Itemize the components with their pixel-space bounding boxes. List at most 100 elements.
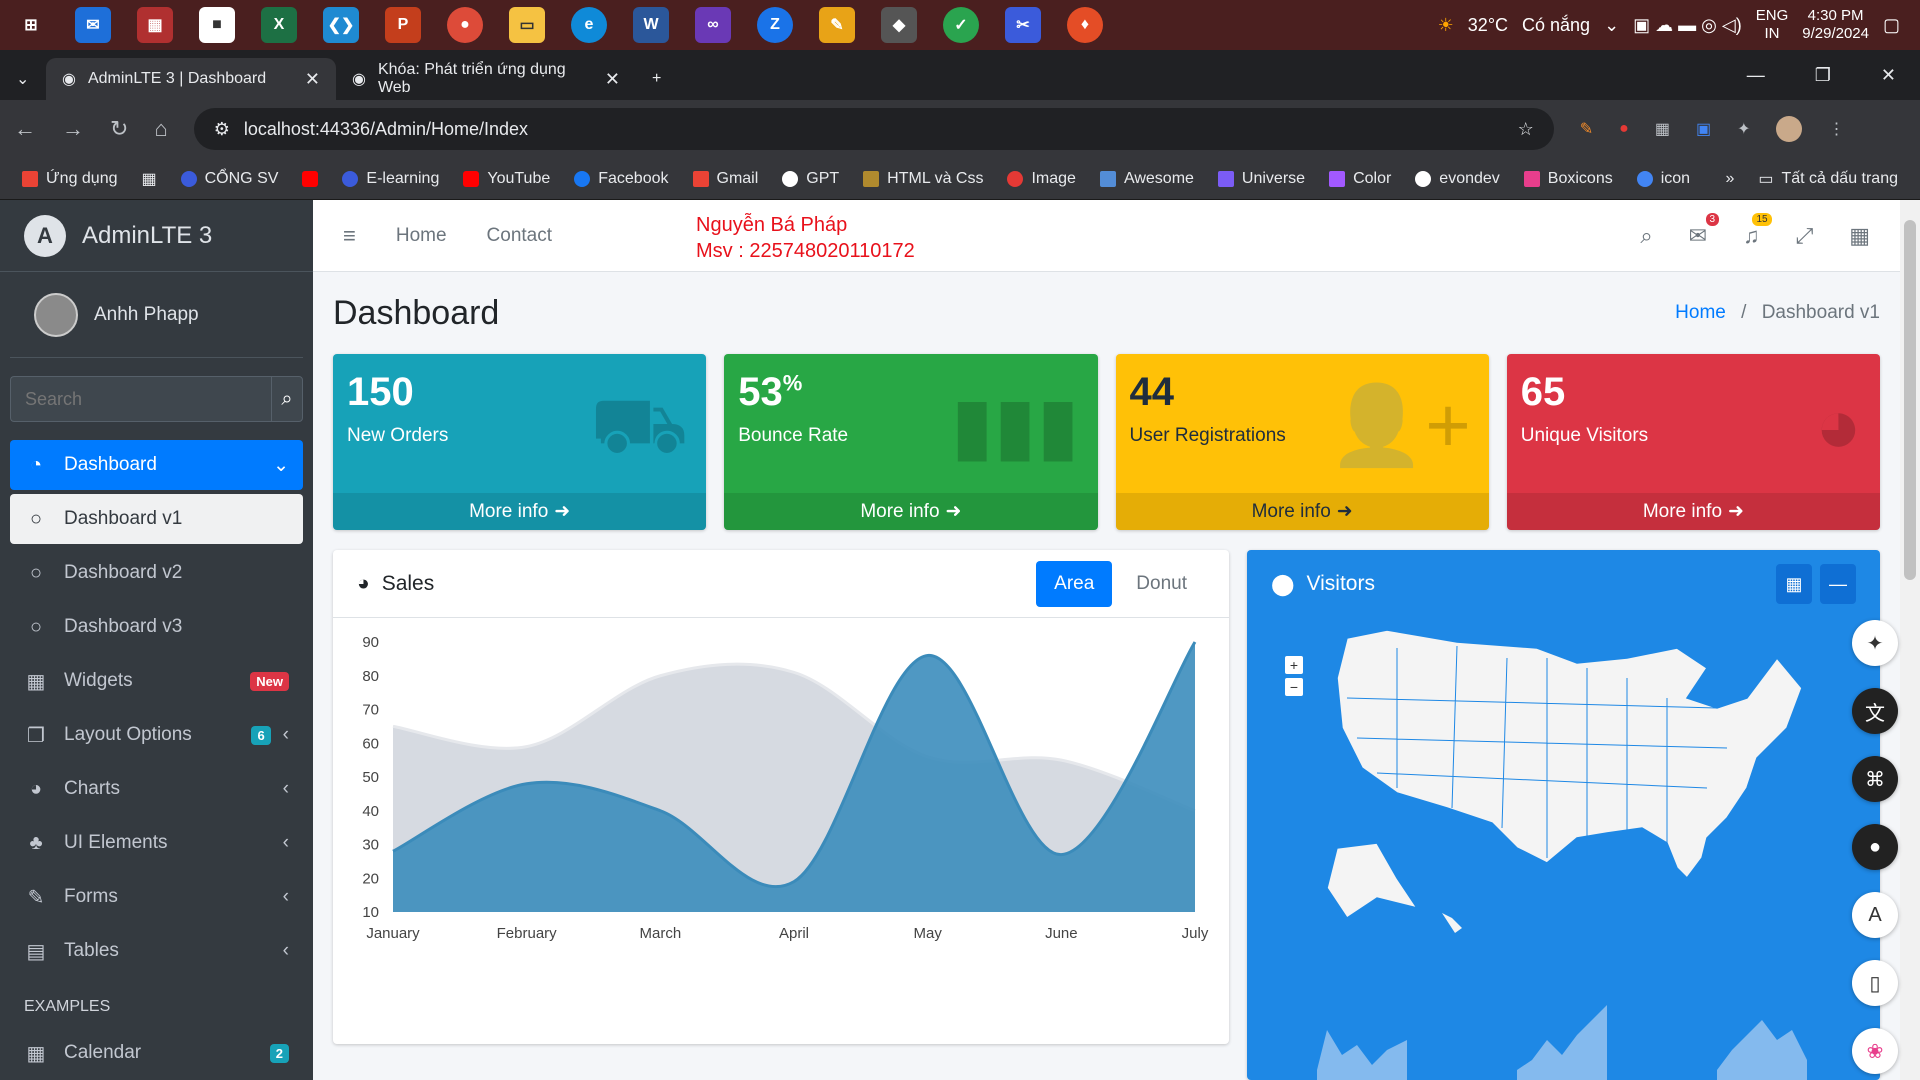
- bookmark-elearning[interactable]: E-learning: [342, 170, 439, 188]
- sidebar-item-layout-options[interactable]: ❐ Layout Options 6 ‹: [10, 710, 303, 760]
- weather-desc[interactable]: Có nắng: [1522, 15, 1590, 36]
- clock[interactable]: 4:30 PM 9/29/2024: [1802, 7, 1869, 43]
- sidebar-item-dashboard-v3[interactable]: ○ Dashboard v3: [10, 602, 303, 652]
- brain-icon[interactable]: ❀: [1852, 1028, 1898, 1074]
- fullscreen-icon[interactable]: ⤢: [1796, 223, 1814, 249]
- sidebar-item-forms[interactable]: ✎ Forms ‹: [10, 872, 303, 922]
- bookmark-awesome[interactable]: Awesome: [1099, 170, 1194, 188]
- source-tree-icon[interactable]: ✂: [1005, 7, 1041, 43]
- tab-inactive[interactable]: ◉ Khóa: Phát triển ứng dụng Web ✕: [336, 58, 636, 100]
- extension-blue-icon[interactable]: ▣: [1696, 119, 1711, 139]
- page-scrollbar[interactable]: [1900, 200, 1920, 1080]
- chrome-icon[interactable]: ●: [447, 7, 483, 43]
- vscode-icon[interactable]: ❮❯: [323, 7, 359, 43]
- user-panel[interactable]: Anhh Phapp: [10, 272, 303, 358]
- sidebar-item-dashboard-v2[interactable]: ○ Dashboard v2: [10, 548, 303, 598]
- tray-icons[interactable]: ▣ ☁ ▬ ◎ ◁): [1633, 15, 1742, 36]
- sidebar-item-dashboard[interactable]: ◔ Dashboard ⌄: [10, 440, 303, 490]
- notification-center-icon[interactable]: ▢: [1883, 15, 1900, 36]
- grid-icon[interactable]: ▦: [1849, 223, 1870, 249]
- url-input[interactable]: ⚙ localhost:44336/Admin/Home/Index ☆: [193, 108, 1554, 150]
- sidebar-item-tables[interactable]: ▤ Tables ‹: [10, 926, 303, 976]
- edge-icon[interactable]: e: [571, 7, 607, 43]
- bookmark-gpt[interactable]: GPT: [782, 170, 839, 188]
- search-icon[interactable]: ⌕: [1640, 223, 1652, 249]
- more-info-link[interactable]: More info ➜: [724, 493, 1098, 530]
- site-info-icon[interactable]: ⚙: [214, 119, 230, 140]
- sidebar-item-dashboard-v1[interactable]: ○ Dashboard v1: [10, 494, 303, 544]
- windows-start-icon[interactable]: ⊞: [13, 7, 49, 43]
- breadcrumb-home[interactable]: Home: [1675, 302, 1726, 323]
- assistant-icon[interactable]: ●: [1852, 824, 1898, 870]
- search-input[interactable]: [10, 376, 271, 422]
- bookmark-boxicons[interactable]: Boxicons: [1523, 170, 1613, 188]
- bookmark-youtube-icon[interactable]: [302, 170, 319, 187]
- reader-icon[interactable]: ▯: [1852, 960, 1898, 1006]
- bookmark-gmail[interactable]: Gmail: [692, 170, 758, 188]
- translate-icon[interactable]: 文: [1852, 688, 1898, 734]
- bookmark-facebook[interactable]: Facebook: [574, 170, 669, 188]
- back-icon[interactable]: ←: [14, 116, 36, 142]
- scrollbar-thumb[interactable]: [1904, 220, 1916, 580]
- forward-icon[interactable]: →: [62, 116, 84, 142]
- extension-red-icon[interactable]: ●: [1619, 120, 1629, 138]
- mail-icon[interactable]: ✉: [75, 7, 111, 43]
- minimize-icon[interactable]: —: [1747, 65, 1765, 86]
- tab-area[interactable]: Area: [1036, 560, 1113, 607]
- extension-pen-icon[interactable]: ✎: [1580, 119, 1593, 139]
- drop-icon[interactable]: ♦: [1067, 7, 1103, 43]
- bookmark-star-icon[interactable]: ☆: [1518, 119, 1534, 140]
- profile-avatar[interactable]: [1776, 116, 1803, 142]
- new-tab-button[interactable]: +: [636, 58, 677, 100]
- sparkle-icon[interactable]: ✦: [1852, 620, 1898, 666]
- app-icon[interactable]: ▦: [137, 7, 173, 43]
- bell-icon[interactable]: ♫ 15: [1743, 213, 1772, 249]
- nav-home-link[interactable]: Home: [396, 225, 447, 247]
- excel-icon[interactable]: X: [261, 7, 297, 43]
- powerpoint-icon[interactable]: P: [385, 7, 421, 43]
- close-tab-icon[interactable]: ✕: [605, 69, 620, 90]
- translate-page-icon[interactable]: A: [1852, 892, 1898, 938]
- extensions-puzzle-icon[interactable]: ✦: [1737, 119, 1750, 139]
- tool-icon[interactable]: ✎: [819, 7, 855, 43]
- store-icon[interactable]: ■: [199, 7, 235, 43]
- sidebar-item-widgets[interactable]: ▦ Widgets New: [10, 656, 303, 706]
- sidebar-item-ui-elements[interactable]: ♣ UI Elements ‹: [10, 818, 303, 868]
- close-tab-icon[interactable]: ✕: [305, 69, 320, 90]
- tab-search-icon[interactable]: ⌄: [0, 58, 46, 100]
- bookmark-image[interactable]: Image: [1007, 170, 1076, 188]
- search-button[interactable]: ⌕: [271, 376, 303, 422]
- nav-contact-link[interactable]: Contact: [487, 225, 552, 247]
- sidebar-item-calendar[interactable]: ▦ Calendar 2: [10, 1028, 303, 1078]
- tray-chevron-icon[interactable]: ⌄: [1604, 15, 1619, 36]
- git-icon[interactable]: ◆: [881, 7, 917, 43]
- bookmark-cong-sv[interactable]: CỔNG SV: [180, 170, 278, 188]
- bookmark-html-css[interactable]: HTML và Css: [863, 170, 983, 188]
- calendar-button[interactable]: ▦: [1776, 564, 1812, 604]
- all-bookmarks[interactable]: ▭ Tất cả dấu trang: [1758, 169, 1898, 189]
- language-indicator[interactable]: ENG IN: [1756, 7, 1789, 43]
- apps-icon[interactable]: ⌘: [1852, 756, 1898, 802]
- folder-icon[interactable]: ▭: [509, 7, 545, 43]
- more-info-link[interactable]: More info ➜: [1115, 493, 1489, 530]
- home-icon[interactable]: ⌂: [154, 116, 167, 142]
- collapse-button[interactable]: —: [1820, 564, 1856, 604]
- bookmark-color[interactable]: Color: [1329, 170, 1391, 188]
- messages-icon[interactable]: ✉ 3: [1689, 213, 1720, 249]
- hamburger-icon[interactable]: ≡: [343, 223, 356, 249]
- bookmark-universe[interactable]: Universe: [1217, 170, 1305, 188]
- word-icon[interactable]: W: [633, 7, 669, 43]
- brand-link[interactable]: A AdminLTE 3: [0, 200, 313, 272]
- bookmark-evondev[interactable]: evondev: [1415, 170, 1500, 188]
- grid-icon[interactable]: ▦: [142, 169, 157, 189]
- bookmark-youtube[interactable]: YouTube: [463, 170, 550, 188]
- reload-icon[interactable]: ↻: [110, 116, 128, 142]
- more-info-link[interactable]: More info ➜: [1506, 493, 1880, 530]
- extension-icon[interactable]: ▦: [1655, 119, 1670, 139]
- bookmark-icon[interactable]: icon: [1636, 170, 1690, 188]
- bookmark-apps[interactable]: Ứng dụng: [22, 170, 118, 188]
- user-name[interactable]: Anhh Phapp: [94, 304, 199, 326]
- tab-active[interactable]: ◉ AdminLTE 3 | Dashboard ✕: [46, 58, 336, 100]
- visual-studio-icon[interactable]: ∞: [695, 7, 731, 43]
- close-window-icon[interactable]: ✕: [1881, 65, 1896, 86]
